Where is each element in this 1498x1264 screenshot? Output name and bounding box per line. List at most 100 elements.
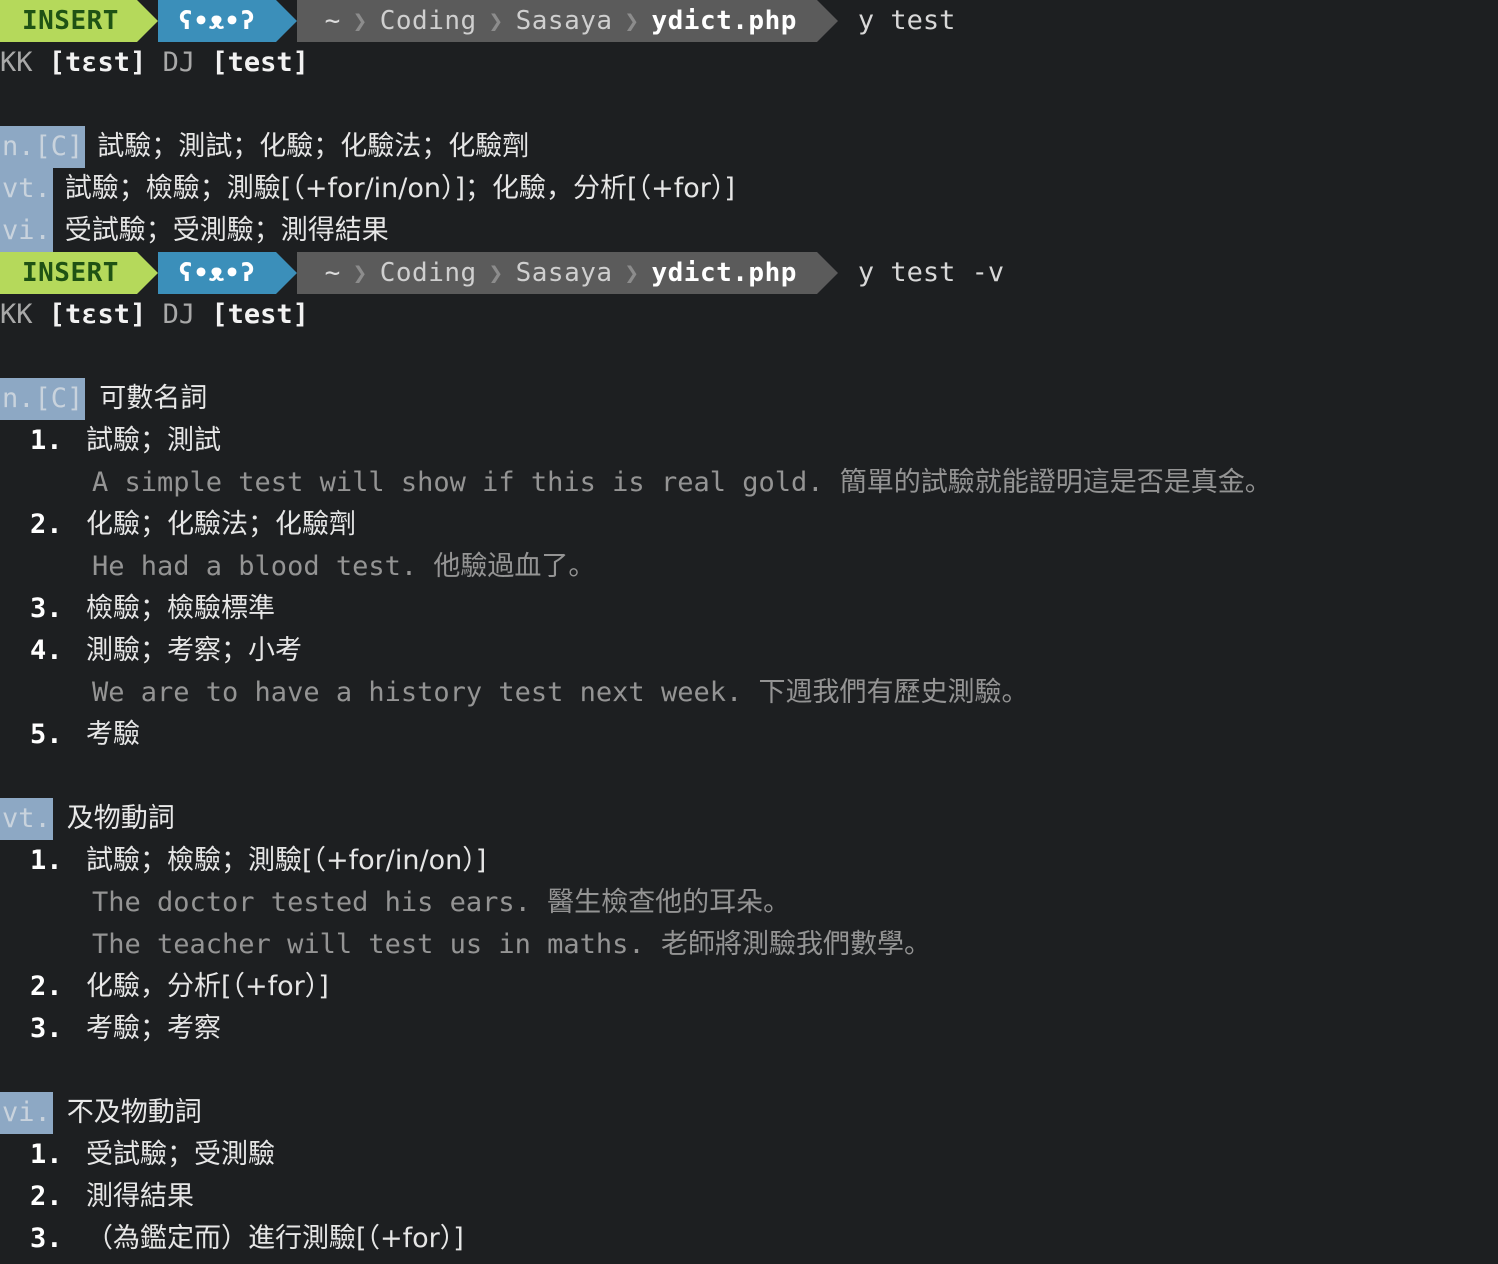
powerline-separator-icon bbox=[816, 0, 838, 42]
breadcrumb-item-home: ~ bbox=[324, 258, 341, 288]
command-line-1[interactable]: y test bbox=[838, 0, 956, 42]
breadcrumb-item-file: ydict.php bbox=[651, 6, 797, 36]
breadcrumb-item-coding: Coding bbox=[379, 258, 477, 288]
definition-item: 2. 化驗；化驗法；化驗劑 bbox=[0, 504, 1498, 546]
definition-number: 1. bbox=[30, 425, 63, 456]
example-sentence: He had a blood test. 他驗過血了。 bbox=[92, 551, 596, 582]
powerline-separator-icon bbox=[816, 252, 838, 294]
definition-item: 1. 試驗；測試 bbox=[0, 420, 1498, 462]
terminal-screen: INSERT ʕ•ᴥ•ʔ ~ ❯ Coding ❯ Sasaya ❯ ydict… bbox=[0, 0, 1498, 1264]
pos-section-title: 及物動詞 bbox=[66, 803, 175, 834]
pos-tag-vi: vi. bbox=[0, 210, 53, 252]
definition-number: 4. bbox=[30, 635, 63, 666]
breadcrumb-item-coding: Coding bbox=[379, 6, 477, 36]
definition-number: 5. bbox=[30, 719, 63, 750]
chevron-right-icon: ❯ bbox=[624, 7, 640, 35]
pos-section-title: 不及物動詞 bbox=[66, 1097, 202, 1128]
summary-definitions: 受試驗；受測驗；測得結果 bbox=[64, 215, 389, 246]
breadcrumb: ~ ❯ Coding ❯ Sasaya ❯ ydict.php bbox=[296, 252, 817, 294]
definition-number: 2. bbox=[30, 971, 63, 1002]
definition-text: 考驗 bbox=[86, 719, 140, 750]
definition-text: 化驗，分析[（+for）] bbox=[86, 971, 329, 1002]
kk-label: KK bbox=[0, 299, 33, 330]
definition-item: 5. 考驗 bbox=[0, 714, 1498, 756]
chevron-right-icon: ❯ bbox=[352, 7, 368, 35]
dj-label: DJ bbox=[162, 47, 196, 78]
pos-tag-noun: n.[C] bbox=[0, 126, 86, 168]
breadcrumb-item-home: ~ bbox=[324, 6, 341, 36]
definition-item: 3. （為鑑定而）進行測驗[（+for）] bbox=[0, 1218, 1498, 1260]
kk-value: [tɛst] bbox=[48, 47, 147, 78]
chevron-right-icon: ❯ bbox=[488, 259, 504, 287]
git-branch-segment: ʕ•ᴥ•ʔ bbox=[157, 252, 276, 294]
powerline-separator-icon bbox=[275, 252, 297, 294]
definition-item: 1. 受試驗；受測驗 bbox=[0, 1134, 1498, 1176]
pos-tag: n.[C] bbox=[0, 378, 86, 420]
powerline-separator-icon bbox=[136, 252, 158, 294]
definition-number: 1. bbox=[30, 845, 63, 876]
definition-item: 1. 試驗；檢驗；測驗[（+for/in/on）] bbox=[0, 840, 1498, 882]
vim-mode-indicator: INSERT bbox=[0, 0, 137, 42]
example-sentence: A simple test will show if this is real … bbox=[92, 467, 1272, 498]
command-line-2[interactable]: y test -v bbox=[838, 252, 1004, 294]
definition-item: 2. 化驗，分析[（+for）] bbox=[0, 966, 1498, 1008]
definition-number: 2. bbox=[30, 509, 63, 540]
example-sentence: We are to have a history test next week.… bbox=[92, 677, 1029, 708]
definition-item: 2. 測得結果 bbox=[0, 1176, 1498, 1218]
shell-prompt-1: INSERT ʕ•ᴥ•ʔ ~ ❯ Coding ❯ Sasaya ❯ ydict… bbox=[0, 0, 1498, 42]
breadcrumb: ~ ❯ Coding ❯ Sasaya ❯ ydict.php bbox=[296, 0, 817, 42]
pos-tag-vt: vt. bbox=[0, 168, 53, 210]
summary-definitions: 試驗；檢驗；測驗[（+for/in/on）]；化驗，分析[（+for）] bbox=[64, 173, 735, 204]
chevron-right-icon: ❯ bbox=[488, 7, 504, 35]
breadcrumb-item-sasaya: Sasaya bbox=[515, 258, 613, 288]
pos-section-title: 可數名詞 bbox=[99, 383, 208, 414]
pos-section-header: vt. 及物動詞 bbox=[0, 798, 1498, 840]
definition-text: 試驗；測試 bbox=[86, 425, 221, 456]
definition-text: 試驗；檢驗；測驗[（+for/in/on）] bbox=[86, 845, 487, 876]
definition-list: n.[C] 可數名詞 1. 試驗；測試 A simple test will show … bbox=[0, 378, 1498, 1260]
definition-number: 3. bbox=[30, 593, 63, 624]
definition-number: 3. bbox=[30, 1013, 63, 1044]
definition-text: 測驗；考察；小考 bbox=[86, 635, 302, 666]
definition-text: 受試驗；受測驗 bbox=[86, 1139, 275, 1170]
pos-section-header: n.[C] 可數名詞 bbox=[0, 378, 1498, 420]
definition-number: 2. bbox=[30, 1181, 63, 1212]
definition-text: 考驗；考察 bbox=[86, 1013, 221, 1044]
example-sentence: The doctor tested his ears. 醫生檢查他的耳朵。 bbox=[92, 887, 791, 918]
definition-number: 3. bbox=[30, 1223, 63, 1254]
definition-text: 化驗；化驗法；化驗劑 bbox=[86, 509, 356, 540]
definition-item: 3. 檢驗；檢驗標準 bbox=[0, 588, 1498, 630]
powerline-separator-icon bbox=[136, 0, 158, 42]
breadcrumb-item-file: ydict.php bbox=[651, 258, 797, 288]
definition-text: 測得結果 bbox=[86, 1181, 194, 1212]
phonetic-line-1: KK [tɛst] DJ [test] bbox=[0, 42, 1498, 84]
example-sentence: The teacher will test us in maths. 老師將測驗… bbox=[92, 929, 931, 960]
pos-section-header: vi. 不及物動詞 bbox=[0, 1092, 1498, 1134]
kk-label: KK bbox=[0, 47, 33, 78]
definition-text: 檢驗；檢驗標準 bbox=[86, 593, 275, 624]
definition-item: 4. 測驗；考察；小考 bbox=[0, 630, 1498, 672]
summary-row: n.[C] 試驗；測試；化驗；化驗法；化驗劑 bbox=[0, 126, 1498, 168]
definition-text: （為鑑定而）進行測驗[（+for）] bbox=[86, 1223, 464, 1254]
phonetic-line-2: KK [tɛst] DJ [test] bbox=[0, 294, 1498, 336]
chevron-right-icon: ❯ bbox=[624, 259, 640, 287]
dj-value: [test] bbox=[211, 299, 309, 330]
dj-label: DJ bbox=[162, 299, 196, 330]
shell-prompt-2: INSERT ʕ•ᴥ•ʔ ~ ❯ Coding ❯ Sasaya ❯ ydict… bbox=[0, 252, 1498, 294]
kk-value: [tɛst] bbox=[48, 299, 147, 330]
git-branch-segment: ʕ•ᴥ•ʔ bbox=[157, 0, 276, 42]
powerline-separator-icon bbox=[275, 0, 297, 42]
breadcrumb-item-sasaya: Sasaya bbox=[515, 6, 613, 36]
summary-row: vt. 試驗；檢驗；測驗[（+for/in/on）]；化驗，分析[（+for）] bbox=[0, 168, 1498, 210]
dj-value: [test] bbox=[211, 47, 309, 78]
pos-tag: vt. bbox=[0, 798, 53, 840]
definition-number: 1. bbox=[30, 1139, 63, 1170]
summary-definitions: 試驗；測試；化驗；化驗法；化驗劑 bbox=[97, 131, 530, 162]
chevron-right-icon: ❯ bbox=[352, 259, 368, 287]
definition-item: 3. 考驗；考察 bbox=[0, 1008, 1498, 1050]
vim-mode-indicator: INSERT bbox=[0, 252, 137, 294]
